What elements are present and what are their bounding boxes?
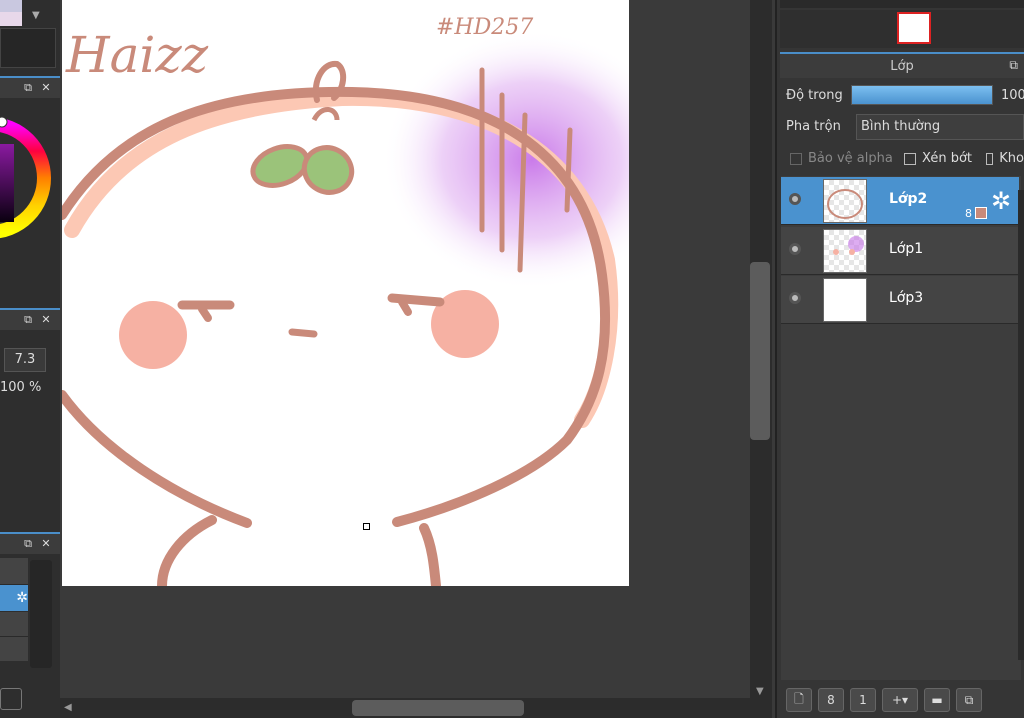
- scroll-down-icon[interactable]: ▼: [32, 10, 52, 26]
- mini-layer-row[interactable]: [0, 558, 28, 585]
- layer-color-swatch: [975, 207, 987, 219]
- swatch-area: [0, 28, 56, 68]
- gear-icon[interactable]: ✲: [991, 187, 1011, 215]
- layer-name: Lớp2: [889, 191, 928, 207]
- layer-row[interactable]: Lớp3: [781, 276, 1019, 324]
- checkbox-icon[interactable]: [986, 152, 994, 165]
- popout-icon[interactable]: ⧉: [22, 314, 34, 326]
- brush-opacity-value: 100 %: [0, 380, 42, 395]
- opacity-label: Độ trong: [786, 88, 843, 103]
- layer-thumbnail: [823, 229, 867, 273]
- mini-layer-row[interactable]: [0, 612, 28, 637]
- new-layer-icon[interactable]: 🗋: [786, 688, 812, 712]
- color-swatch[interactable]: [0, 0, 22, 12]
- brush-cursor: [363, 523, 370, 530]
- close-icon[interactable]: ✕: [40, 314, 52, 326]
- drawing-canvas[interactable]: Haizz #HD257: [57, 0, 682, 591]
- layer-badge: 8: [965, 207, 972, 220]
- layer-name: Lớp1: [889, 241, 924, 257]
- leaf: [301, 145, 355, 195]
- protect-alpha-label: Bảo vệ alpha: [808, 151, 893, 166]
- vertical-scroll-thumb[interactable]: [750, 262, 770, 440]
- opacity-value: 100: [1001, 88, 1024, 103]
- layer-thumbnail: [823, 179, 867, 223]
- layer-mini-header: ⧉ ✕: [0, 532, 60, 554]
- checkbox-icon[interactable]: [790, 152, 802, 165]
- handwriting-text: Haizz: [65, 26, 209, 84]
- opacity-slider[interactable]: [851, 85, 993, 105]
- horizontal-scroll-thumb[interactable]: [352, 700, 524, 716]
- color-wheel[interactable]: [0, 100, 60, 260]
- layer-list-scrollbar[interactable]: [1018, 190, 1024, 660]
- left-panel: ▼ ⧉ ✕ ⧉ ✕ 7.3 100 % ⧉ ✕ ✲: [0, 0, 60, 718]
- popout-icon[interactable]: ⧉: [1009, 58, 1018, 73]
- gear-icon[interactable]: ✲: [16, 590, 28, 606]
- color-swatch[interactable]: [0, 12, 22, 26]
- color-panel-header: ⧉ ✕: [0, 76, 60, 98]
- layer-name: Lớp3: [889, 290, 924, 306]
- toolbar-strip: [780, 0, 1024, 8]
- brush-size-field[interactable]: 7.3: [4, 348, 46, 372]
- visibility-eye-icon[interactable]: [789, 292, 801, 304]
- layers-panel-title: Lớp: [890, 58, 914, 74]
- add-layer-menu-icon[interactable]: +▾: [882, 688, 918, 712]
- lock-label: Kho: [999, 151, 1024, 166]
- close-icon[interactable]: ✕: [40, 538, 52, 550]
- mini-layer-row-active[interactable]: ✲: [0, 585, 28, 611]
- lock-checkbox[interactable]: Kho: [986, 151, 1024, 166]
- duplicate-icon[interactable]: [0, 688, 22, 710]
- clipping-checkbox[interactable]: Xén bớt: [904, 151, 972, 166]
- mini-scrollbar[interactable]: [30, 560, 52, 668]
- layer-actions: 🗋 8 1 +▾ ▬ ⧉: [786, 688, 982, 712]
- navigator-thumbnail[interactable]: [897, 12, 931, 44]
- layer-thumbnail: [823, 278, 867, 322]
- close-icon[interactable]: ✕: [40, 82, 52, 94]
- scroll-down-icon[interactable]: ▼: [756, 686, 764, 697]
- blend-mode-select[interactable]: Bình thường: [856, 114, 1024, 140]
- left-cheek: [119, 301, 187, 369]
- mini-layer-row[interactable]: [0, 637, 28, 661]
- blend-label: Pha trộn: [786, 119, 841, 134]
- layer-row[interactable]: Lớp1: [781, 227, 1019, 275]
- opacity-slider-fill: [852, 86, 992, 104]
- layers-panel-header: Lớp ⧉: [780, 52, 1024, 78]
- popout-icon[interactable]: ⧉: [22, 82, 34, 94]
- new-8bit-layer-icon[interactable]: 8: [818, 688, 844, 712]
- new-1bit-layer-icon[interactable]: 1: [850, 688, 876, 712]
- artwork: Haizz #HD257: [57, 15, 682, 591]
- popout-icon[interactable]: ⧉: [22, 538, 34, 550]
- visibility-eye-icon[interactable]: [789, 243, 801, 255]
- scroll-left-icon[interactable]: ◀: [64, 702, 72, 713]
- folder-icon[interactable]: ▬: [924, 688, 950, 712]
- checkbox-icon[interactable]: [904, 152, 916, 165]
- layer-row-active[interactable]: Lớp2 8 ✲: [781, 177, 1019, 225]
- hashtag-text: #HD257: [436, 15, 533, 40]
- purple-blush: [382, 30, 682, 290]
- duplicate-layer-icon[interactable]: ⧉: [956, 688, 982, 712]
- visibility-eye-icon[interactable]: [789, 193, 801, 205]
- protect-alpha-checkbox[interactable]: Bảo vệ alpha: [790, 151, 893, 166]
- clipping-label: Xén bớt: [922, 151, 972, 166]
- brush-panel-header: ⧉ ✕: [0, 308, 60, 330]
